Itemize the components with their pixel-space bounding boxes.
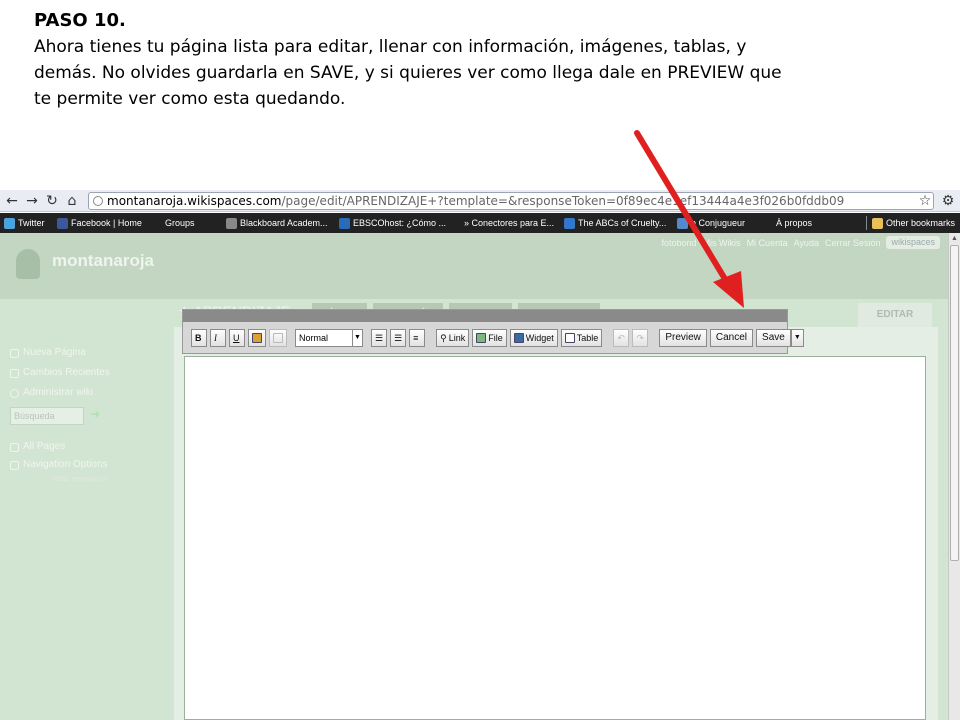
site-name[interactable]: montanaroja [52, 251, 154, 271]
wiki-header: fotobond Mis Wikis Mi Cuenta Ayuda Cerra… [0, 233, 948, 299]
clear-format-icon [273, 333, 283, 343]
grid-icon [10, 460, 19, 470]
scroll-thumb[interactable] [950, 245, 959, 561]
ordered-list-button[interactable]: ☰ [371, 329, 388, 347]
facebook-icon [57, 217, 68, 229]
bookmark-item[interactable]: Twitter [4, 213, 45, 233]
user-links: fotobond Mis Wikis Mi Cuenta Ayuda Cerra… [662, 236, 940, 249]
bookmark-item[interactable]: e Conjugueur [677, 213, 745, 233]
save-button[interactable]: Save [756, 329, 791, 347]
page-scrollbar[interactable]: ▲ [948, 233, 960, 720]
bookmark-item[interactable]: EBSCOhost: ¿Cómo ... [339, 213, 446, 233]
preview-button[interactable]: Preview [659, 329, 707, 347]
caption-body: Ahora tienes tu página lista para editar… [34, 37, 782, 109]
undo-icon: ↶ [617, 333, 625, 343]
bookmark-item[interactable]: The ABCs of Cruelty... [564, 213, 666, 233]
reload-icon[interactable]: ↻ [43, 192, 61, 210]
browser-toolbar: ← → ↻ ⌂ montanaroja.wikispaces.com/page/… [0, 190, 960, 212]
underline-button[interactable]: U [229, 329, 245, 347]
user-link-name[interactable]: fotobond [662, 238, 697, 248]
toolbar-header [183, 310, 787, 322]
folder-icon [872, 217, 883, 229]
user-link-account[interactable]: Mi Cuenta [747, 238, 788, 248]
tab-edit[interactable]: EDITAR [858, 303, 932, 327]
bookmark-item[interactable]: À propos [776, 213, 812, 233]
bookmark-item[interactable]: Groups [165, 213, 195, 233]
user-link-help[interactable]: Ayuda [794, 238, 819, 248]
wrench-icon[interactable]: ⚙ [940, 192, 956, 210]
wiki-sidebar: Nueva Página Cambios Recientes Administr… [10, 343, 170, 487]
user-link-logout[interactable]: Cerrar Sesión [825, 238, 881, 248]
widget-icon [513, 333, 524, 343]
page-icon [93, 196, 103, 206]
star-icon[interactable]: ☆ [917, 192, 933, 210]
undo-button[interactable]: ↶ [613, 329, 630, 347]
home-icon[interactable]: ⌂ [63, 192, 81, 210]
sidebar-search: Búsqueda ➜ [10, 407, 170, 425]
sidebar-item-all-pages[interactable]: All Pages [10, 437, 170, 457]
scroll-up-icon[interactable]: ▲ [949, 233, 960, 245]
text-color-icon [252, 333, 262, 343]
toolbar-buttons: B I U Normal ▼ ☰ ☰ ≡ ⚲ Link File Widget Ta… [191, 328, 804, 348]
chevron-down-icon: ▼ [352, 330, 362, 346]
url-bar[interactable]: montanaroja.wikispaces.com/page/edit/APR… [88, 192, 934, 210]
table-button[interactable]: Table [560, 329, 603, 347]
url-host: montanaroja.wikispaces.com [107, 194, 282, 208]
table-icon [564, 333, 575, 343]
other-bookmarks[interactable]: Other bookmarks [872, 213, 955, 233]
clear-format-button[interactable] [269, 329, 287, 347]
sidebar-item-new-page[interactable]: Nueva Página [10, 343, 170, 363]
format-select[interactable]: Normal ▼ [295, 329, 363, 347]
editor-toolbar: B I U Normal ▼ ☰ ☰ ≡ ⚲ Link File Widget Ta… [182, 309, 804, 354]
forward-arrow-icon[interactable]: → [23, 192, 41, 210]
text-color-button[interactable] [248, 329, 266, 347]
bookmark-item[interactable]: Facebook | Home [57, 213, 142, 233]
ebsco-icon [339, 217, 350, 229]
sidebar-item-recent-changes[interactable]: Cambios Recientes [10, 363, 170, 383]
caption-title: PASO 10. [34, 10, 126, 31]
bookmark-page-icon [564, 217, 575, 229]
back-arrow-icon[interactable]: ← [3, 192, 21, 210]
slide-caption: PASO 10. Ahora tienes tu página lista pa… [34, 8, 794, 112]
search-go-icon[interactable]: ➜ [90, 407, 100, 421]
file-button[interactable]: File [472, 329, 507, 347]
image-file-icon [476, 333, 487, 343]
bookmark-separator [866, 216, 867, 230]
bold-button[interactable]: B [191, 329, 207, 347]
bookmark-item[interactable]: Blackboard Academ... [226, 213, 328, 233]
horizontal-rule-icon: ≡ [413, 333, 419, 343]
italic-button[interactable]: I [210, 329, 226, 347]
sidebar-item-navigation-options[interactable]: Navigation Options [10, 457, 170, 473]
unordered-list-button[interactable]: ☰ [390, 329, 407, 347]
horizontal-rule-button[interactable]: ≡ [409, 329, 426, 347]
redo-icon: ↷ [636, 333, 644, 343]
twitter-icon [4, 217, 15, 229]
widget-button[interactable]: Widget [509, 329, 558, 347]
grid-icon [10, 442, 19, 452]
bookmark-item[interactable]: » Conectores para E... [464, 213, 554, 233]
ordered-list-icon: ☰ [375, 333, 384, 343]
bookmarks-bar: Twitter Facebook | Home Groups Blackboar… [0, 213, 960, 233]
url-path: /page/edit/APRENDIZAJE+?template=&respon… [281, 194, 845, 208]
edit-navigation-link[interactable]: editar navegación [10, 473, 170, 487]
cancel-button[interactable]: Cancel [709, 329, 754, 347]
gear-icon [10, 388, 19, 398]
sidebar-item-manage-wiki[interactable]: Administrar wiki [10, 383, 170, 403]
site-logo-icon [16, 249, 40, 279]
new-page-icon [10, 348, 19, 358]
link-button[interactable]: ⚲ Link [436, 329, 470, 347]
calendar-icon [10, 368, 19, 378]
browser-screenshot: ← → ↻ ⌂ montanaroja.wikispaces.com/page/… [0, 190, 960, 720]
conjugueur-icon [677, 217, 688, 229]
chevron-down-icon: ▼ [793, 334, 801, 341]
user-link-my-wikis[interactable]: Mis Wikis [703, 238, 741, 248]
redo-button[interactable]: ↷ [632, 329, 649, 347]
editor-content-area[interactable] [184, 356, 926, 720]
search-input[interactable]: Búsqueda [10, 407, 84, 425]
blackboard-icon [226, 217, 237, 229]
link-icon: ⚲ [440, 333, 447, 343]
wikispaces-badge[interactable]: wikispaces [886, 236, 940, 249]
save-dropdown-button[interactable]: ▼ [790, 329, 804, 347]
unordered-list-icon: ☰ [394, 333, 403, 343]
